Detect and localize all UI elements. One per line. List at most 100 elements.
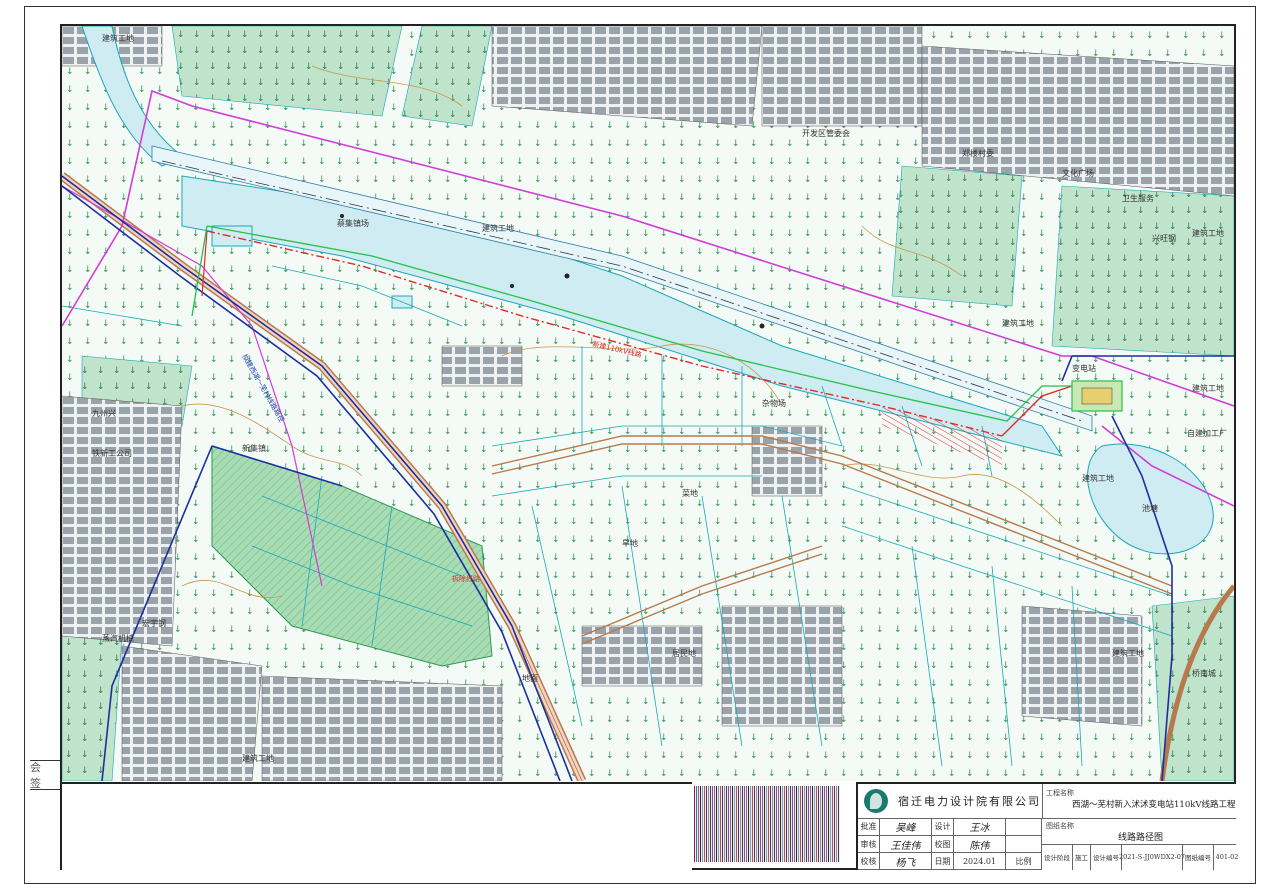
map-label: 新集镇 xyxy=(242,443,266,453)
stamp-stripe xyxy=(806,786,807,862)
stamp-stripe xyxy=(780,786,781,862)
map-label: 蒸汽机械 xyxy=(102,633,134,643)
stamp-stripe xyxy=(818,786,819,862)
company-header: 宿迁电力设计院有限公司 xyxy=(858,784,1043,819)
stamp-stripe xyxy=(790,786,791,862)
date-value: 2024.01 xyxy=(954,853,1006,870)
drawing-name: 线路路径图 xyxy=(1118,833,1164,843)
stamp-stripe xyxy=(706,786,707,862)
blank-cell xyxy=(1006,836,1042,853)
stamp-stripe xyxy=(744,786,745,862)
stamp-stripe xyxy=(702,786,703,862)
stamp-stripe xyxy=(828,786,829,862)
stamp-stripe xyxy=(716,786,717,862)
stamp-stripe xyxy=(800,786,801,862)
stamp-stripe xyxy=(698,786,699,862)
role-signature: 王佳伟 xyxy=(880,836,932,853)
stamp-stripe xyxy=(722,786,723,862)
stamp-stripe xyxy=(734,786,735,862)
project-name: 西湖～芜村新入沭沭变电站110kV线路工程 xyxy=(1072,800,1236,810)
map-label: 铁新工公司 xyxy=(92,448,132,458)
notes-area xyxy=(62,782,692,870)
substation xyxy=(1071,380,1123,412)
map-label: 郑楼村委 xyxy=(962,148,994,158)
role-signature: 吴峰 xyxy=(880,818,932,836)
stamp-stripe xyxy=(778,786,779,862)
role-label: 审核 xyxy=(858,836,880,853)
stamp-stripe xyxy=(834,786,835,862)
stamp-stripe xyxy=(804,786,805,862)
company-logo-icon xyxy=(864,789,888,813)
stamp-stripe xyxy=(752,786,753,862)
stamp-stripe xyxy=(826,786,827,862)
map-label: 自建加工厂 xyxy=(1187,428,1227,438)
role-label: 校核 xyxy=(858,853,880,870)
stamp-stripe xyxy=(770,786,771,862)
stamp-stripe xyxy=(798,786,799,862)
stamp-stripe xyxy=(786,786,787,862)
map-label: 蔡集镇场 xyxy=(337,218,369,228)
stamp-stripe xyxy=(704,786,705,862)
stamp-stripe xyxy=(742,786,743,862)
map-label: 宏宇钢 xyxy=(142,618,166,628)
map-label: 文化广场 xyxy=(1062,168,1094,178)
scale-label: 比例 xyxy=(1006,853,1042,870)
map-label: 建筑工地 xyxy=(1112,648,1144,658)
drawing-cell: 图纸名称 线路路径图 xyxy=(1042,818,1236,845)
stamp-stripe xyxy=(814,786,815,862)
meta-cell: 401-02 xyxy=(1215,853,1239,861)
role-label: 设计 xyxy=(932,818,954,836)
drawing-sheet: 会签 ↓ ↓ xyxy=(0,0,1262,892)
stamp-stripe xyxy=(764,786,765,862)
stamp-stripe xyxy=(812,786,813,862)
route-map[interactable]: ↓ ↓ xyxy=(62,26,1234,781)
stamp-stripe xyxy=(830,786,831,862)
stamp-stripe xyxy=(746,786,747,862)
map-label: 九州兴 xyxy=(92,409,116,418)
map-label: 桥南城 xyxy=(1192,668,1216,678)
stamp-stripe xyxy=(694,786,695,862)
role-label: 批准 xyxy=(858,818,880,836)
stamp-stripe xyxy=(708,786,709,862)
stamp-stripe xyxy=(820,786,821,862)
stamp-stripe xyxy=(768,786,769,862)
role-label: 日期 xyxy=(932,853,954,870)
map-label: 地面 xyxy=(522,673,538,683)
map-label: 旱地 xyxy=(622,538,638,548)
map-label: 菜地 xyxy=(682,488,698,498)
stamp-stripe xyxy=(732,786,733,862)
stamp-stripe xyxy=(784,786,785,862)
stamp-stripe xyxy=(714,786,715,862)
drawing-meta-row: 设计阶段 施工 设计编号 2021-S-JJ0WDX2-07 图纸编号 401-… xyxy=(1042,844,1238,870)
blank-cell xyxy=(1006,818,1042,836)
stamp-stripe xyxy=(718,786,719,862)
stamp-stripe xyxy=(762,786,763,862)
meta-cell: 图纸编号 xyxy=(1183,844,1214,870)
stamp-stripe xyxy=(794,786,795,862)
stamp-stripe xyxy=(736,786,737,862)
map-label: 居民地 xyxy=(672,648,696,658)
meta-cell: 施工 xyxy=(1073,844,1091,870)
project-label: 工程名称 xyxy=(1046,789,1074,797)
stamp-stripe xyxy=(730,786,731,862)
stamp-stripe xyxy=(838,786,839,862)
countersign-label: 会签 xyxy=(30,760,60,790)
map-label: 建筑工地 xyxy=(102,33,134,43)
company-name: 宿迁电力设计院有限公司 xyxy=(898,795,1041,808)
map-label: 建筑工地 xyxy=(1192,383,1224,393)
meta-cell: 设计阶段 xyxy=(1042,844,1073,870)
role-signature: 王冰 xyxy=(954,818,1006,836)
stamp-stripe xyxy=(728,786,729,862)
stamp-stripe xyxy=(792,786,793,862)
project-cell: 工程名称 西湖～芜村新入沭沭变电站110kV线路工程 xyxy=(1042,784,1236,819)
stamp-stripe xyxy=(710,786,711,862)
stamp-stripe xyxy=(766,786,767,862)
stamp-stripe xyxy=(802,786,803,862)
stamp-stripe xyxy=(772,786,773,862)
stamp-stripe xyxy=(720,786,721,862)
map-label: 建筑工地 xyxy=(1002,318,1034,328)
role-signature: 陈伟 xyxy=(954,836,1006,853)
stamp-stripe xyxy=(776,786,777,862)
drawing-label: 图纸名称 xyxy=(1046,822,1074,830)
stamp-stripe xyxy=(816,786,817,862)
